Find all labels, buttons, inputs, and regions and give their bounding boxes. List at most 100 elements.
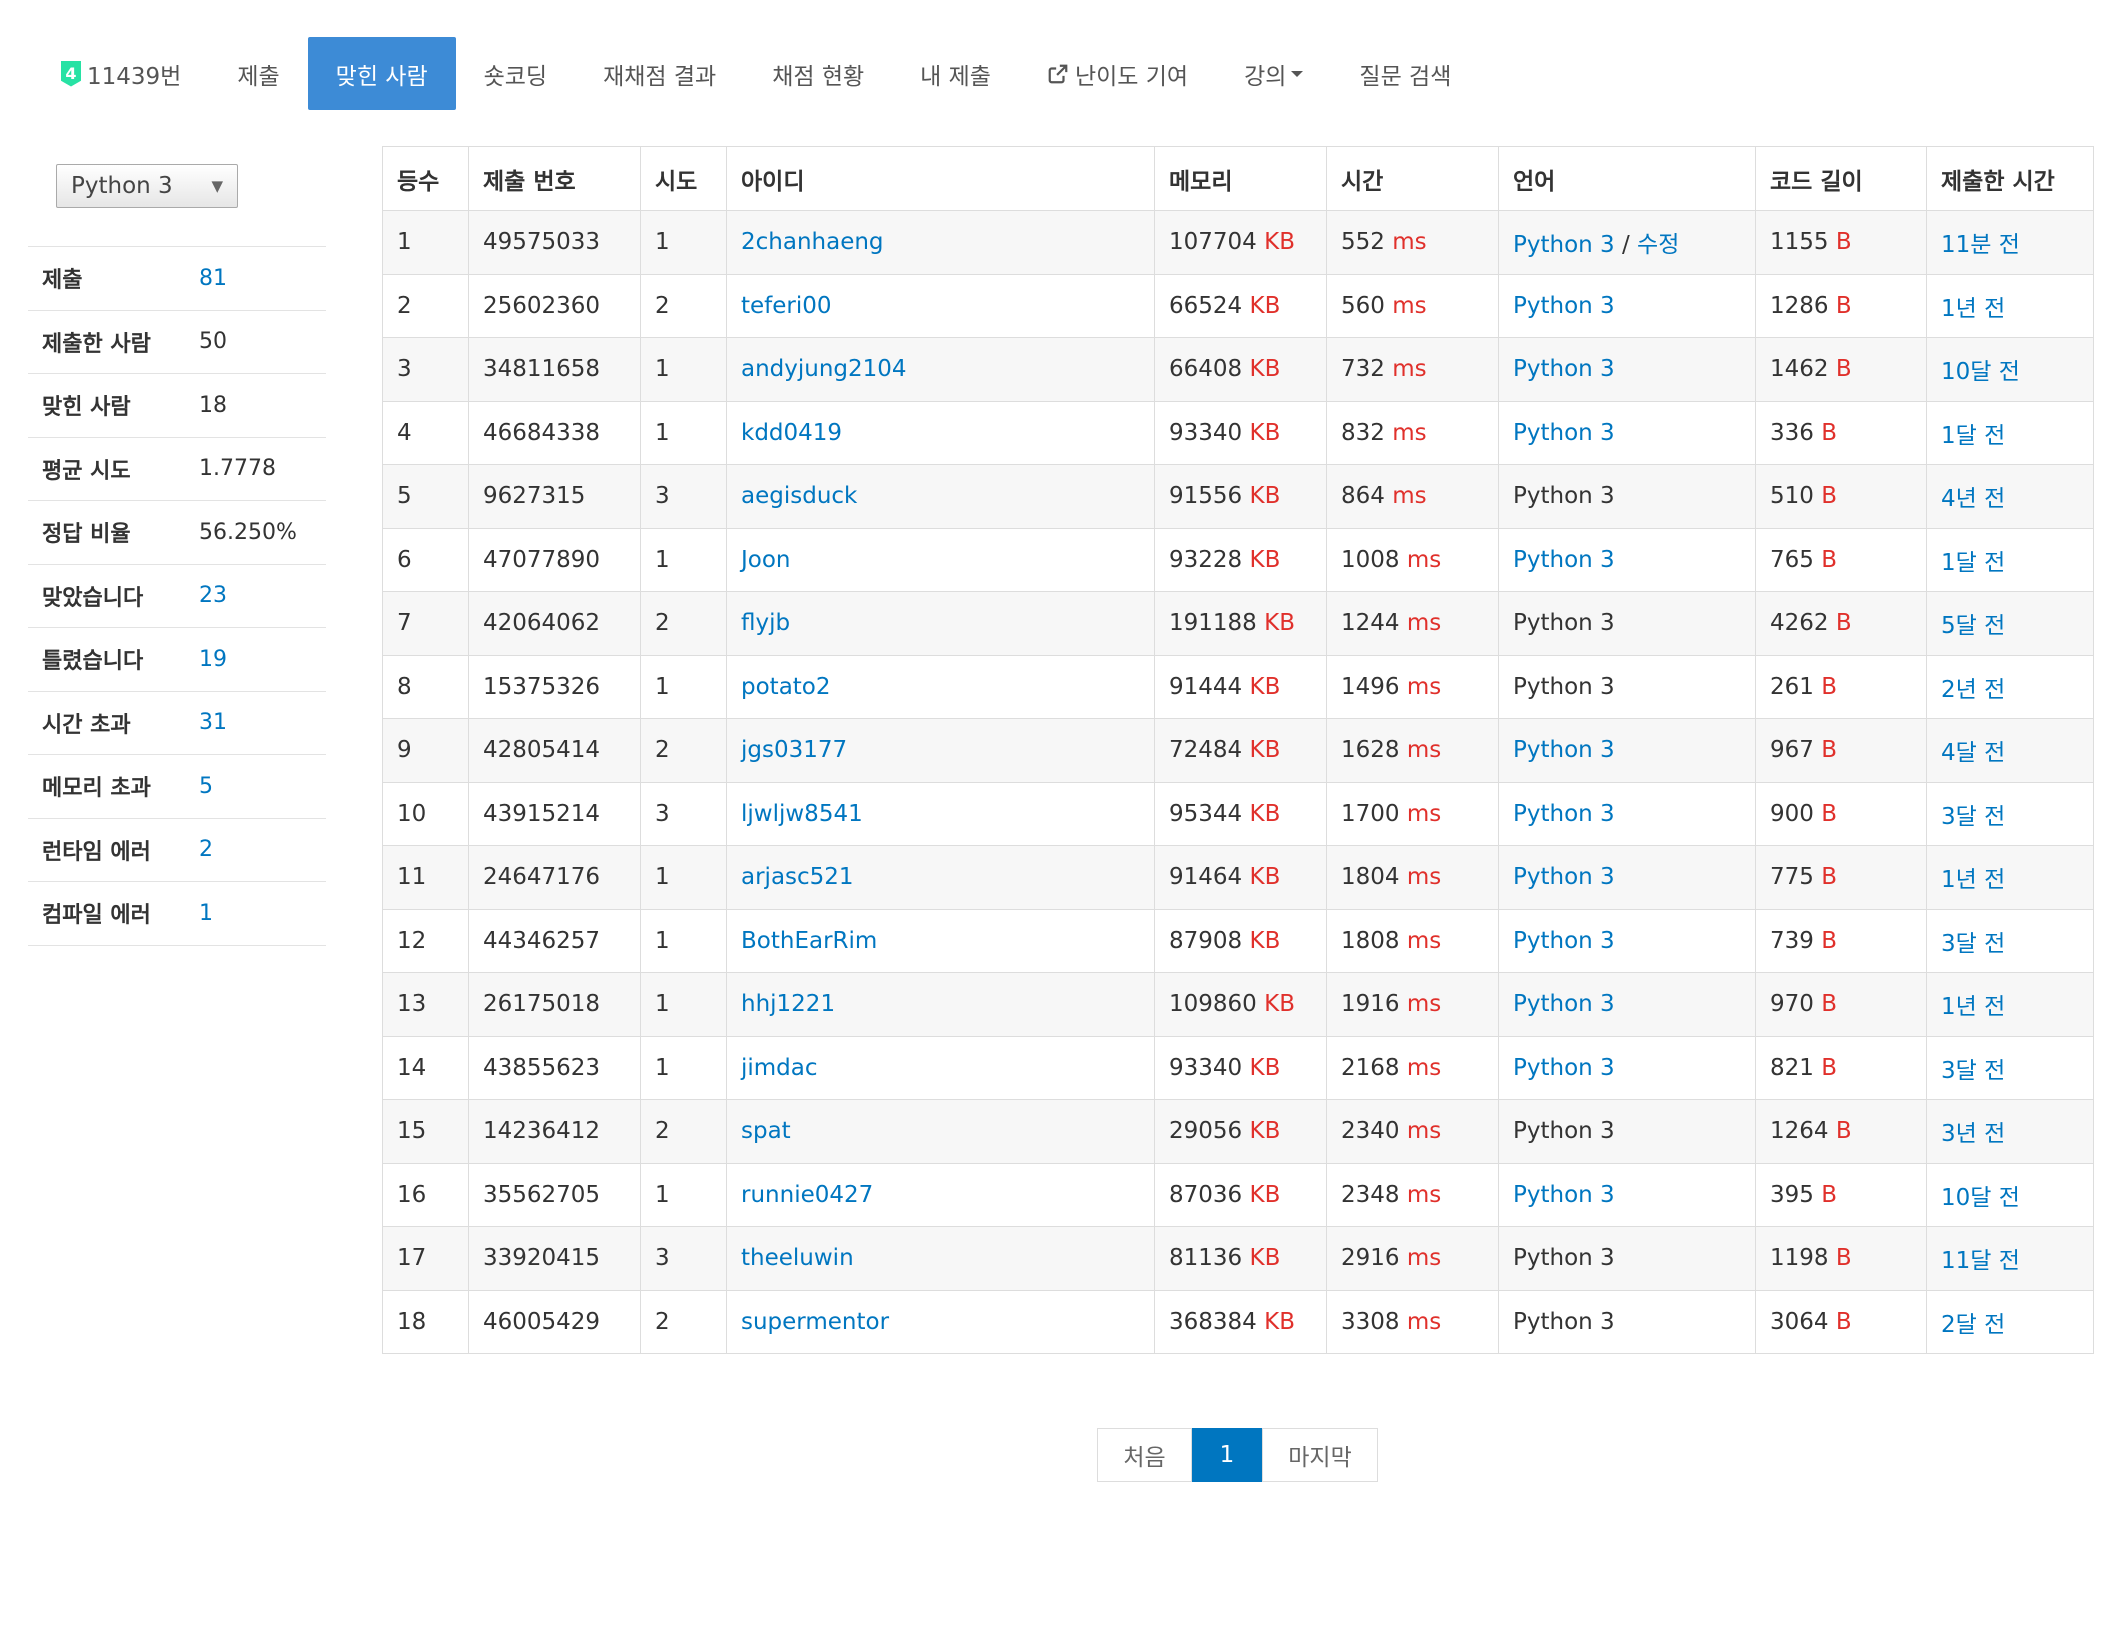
language-link[interactable]: Python 3: [1513, 420, 1615, 446]
submitted-time-link[interactable]: 11달 전: [1941, 1248, 2020, 1274]
cell-time: 2916 ms: [1326, 1226, 1499, 1291]
submitted-time-link[interactable]: 1년 전: [1941, 994, 2005, 1020]
submitted-time-link[interactable]: 1달 전: [1941, 550, 2005, 576]
time-value: 864: [1341, 483, 1385, 510]
submitted-time-link[interactable]: 2달 전: [1941, 1312, 2005, 1338]
user-link[interactable]: arjasc521: [741, 864, 854, 890]
submitted-time-link[interactable]: 4년 전: [1941, 486, 2005, 512]
language-select[interactable]: Python 3 ▼: [56, 164, 238, 208]
col-header-submitted: 제출한 시간: [1926, 146, 2094, 211]
language-link[interactable]: Python 3: [1513, 1055, 1615, 1081]
user-link[interactable]: Joon: [741, 547, 791, 573]
cell-memory: 66408 KB: [1154, 337, 1327, 402]
stat-row: 평균 시도 1.7778: [28, 438, 326, 501]
submitted-time-link[interactable]: 4달 전: [1941, 740, 2005, 766]
table-row: 18 46005429 2 supermentor 368384 KB 3308 ms Py…: [382, 1289, 2094, 1354]
language-link[interactable]: Python 3: [1513, 1182, 1615, 1208]
nav-status[interactable]: 채점 현황: [744, 37, 892, 110]
code-length-unit: B: [1821, 800, 1837, 827]
user-link[interactable]: supermentor: [741, 1309, 889, 1335]
language-link[interactable]: Python 3: [1513, 928, 1615, 954]
stat-value-link[interactable]: 2: [199, 837, 213, 862]
submitted-time-link[interactable]: 5달 전: [1941, 613, 2005, 639]
user-link[interactable]: kdd0419: [741, 420, 842, 446]
cell-submitted: 1년 전: [1926, 273, 2094, 338]
nav-problem[interactable]: 4 11439번: [33, 37, 209, 110]
user-link[interactable]: ljwljw8541: [741, 801, 863, 827]
stat-value-link[interactable]: 19: [199, 647, 227, 672]
stat-label: 틀렸습니다: [42, 649, 144, 675]
user-link[interactable]: flyjb: [741, 610, 790, 636]
language-link[interactable]: Python 3: [1513, 293, 1615, 319]
user-link[interactable]: jgs03177: [741, 737, 847, 763]
nav-rejudge-results[interactable]: 재채점 결과: [575, 37, 744, 110]
user-link[interactable]: hhj1221: [741, 991, 835, 1017]
submitted-time-link[interactable]: 3달 전: [1941, 931, 2005, 957]
cell-submission: 25602360: [468, 273, 641, 338]
stat-value-link[interactable]: 81: [199, 266, 227, 291]
edit-link[interactable]: 수정: [1637, 232, 1679, 258]
nav-difficulty-vote[interactable]: 난이도 기여: [1019, 37, 1216, 110]
nav-submit[interactable]: 제출: [209, 37, 307, 110]
user-link[interactable]: runnie0427: [741, 1182, 873, 1208]
nav-question-search[interactable]: 질문 검색: [1331, 37, 1479, 110]
cell-memory: 87908 KB: [1154, 908, 1327, 973]
code-length-value: 739: [1770, 927, 1814, 954]
cell-user: jgs03177: [726, 718, 1155, 783]
nav-solvers[interactable]: 맞힌 사람: [307, 37, 456, 110]
code-length-value: 821: [1770, 1054, 1814, 1081]
submitted-time-link[interactable]: 3달 전: [1941, 1058, 2005, 1084]
language-link[interactable]: Python 3: [1513, 991, 1615, 1017]
code-length-unit: B: [1835, 610, 1852, 637]
user-link[interactable]: potato2: [741, 674, 831, 700]
stat-value-link[interactable]: 31: [199, 710, 227, 735]
user-link[interactable]: andyjung2104: [741, 356, 907, 382]
cell-user: potato2: [726, 654, 1155, 719]
language-link[interactable]: Python 3: [1513, 864, 1615, 890]
page-last-button[interactable]: 마지막: [1262, 1428, 1378, 1482]
user-link[interactable]: theeluwin: [741, 1245, 854, 1271]
user-link[interactable]: teferi00: [741, 293, 832, 319]
submitted-time-link[interactable]: 10달 전: [1941, 359, 2020, 385]
code-length-unit: B: [1821, 1181, 1837, 1208]
stat-value-link[interactable]: 23: [199, 583, 227, 608]
user-link[interactable]: spat: [741, 1118, 791, 1144]
cell-language: Python 3: [1498, 337, 1756, 402]
submitted-time-link[interactable]: 10달 전: [1941, 1185, 2020, 1211]
page-current-button[interactable]: 1: [1192, 1428, 1262, 1482]
language-link[interactable]: Python 3: [1513, 232, 1615, 258]
col-header-tries: 시도: [640, 146, 727, 211]
language-link[interactable]: Python 3: [1513, 547, 1615, 573]
cell-language: Python 3: [1498, 273, 1756, 338]
cell-user: andyjung2104: [726, 337, 1155, 402]
nav-lectures[interactable]: 강의: [1216, 37, 1331, 110]
user-link[interactable]: 2chanhaeng: [741, 229, 884, 255]
submitted-time-link[interactable]: 3달 전: [1941, 804, 2005, 830]
page-first-button[interactable]: 처음: [1097, 1428, 1192, 1482]
code-length-value: 970: [1770, 991, 1814, 1018]
nav-short-coding[interactable]: 숏코딩: [456, 37, 575, 110]
cell-code-length: 261 B: [1755, 654, 1927, 719]
user-link[interactable]: aegisduck: [741, 483, 857, 509]
submitted-time-link[interactable]: 1년 전: [1941, 296, 2005, 322]
cell-user: flyjb: [726, 591, 1155, 656]
user-link[interactable]: BothEarRim: [741, 928, 877, 954]
memory-value: 107704: [1169, 229, 1257, 256]
cell-submission: 43915214: [468, 781, 641, 846]
cell-memory: 107704 KB: [1154, 210, 1327, 275]
submitted-time-link[interactable]: 2년 전: [1941, 677, 2005, 703]
cell-code-length: 3064 B: [1755, 1289, 1927, 1354]
user-link[interactable]: jimdac: [741, 1055, 818, 1081]
time-value: 3308: [1341, 1308, 1400, 1335]
submitted-time-link[interactable]: 1달 전: [1941, 423, 2005, 449]
submitted-time-link[interactable]: 3년 전: [1941, 1121, 2005, 1147]
submitted-time-link[interactable]: 1년 전: [1941, 867, 2005, 893]
solvers-table: 등수 제출 번호 시도 아이디 메모리 시간 언어 코드 길이 제출한 시간 1…: [382, 146, 2094, 1354]
nav-my-submissions[interactable]: 내 제출: [892, 37, 1019, 110]
language-link[interactable]: Python 3: [1513, 356, 1615, 382]
stat-value-link[interactable]: 1: [199, 901, 213, 926]
language-link[interactable]: Python 3: [1513, 737, 1615, 763]
stat-value-link[interactable]: 5: [199, 774, 213, 799]
language-link[interactable]: Python 3: [1513, 801, 1615, 827]
submitted-time-link[interactable]: 11분 전: [1941, 232, 2020, 258]
